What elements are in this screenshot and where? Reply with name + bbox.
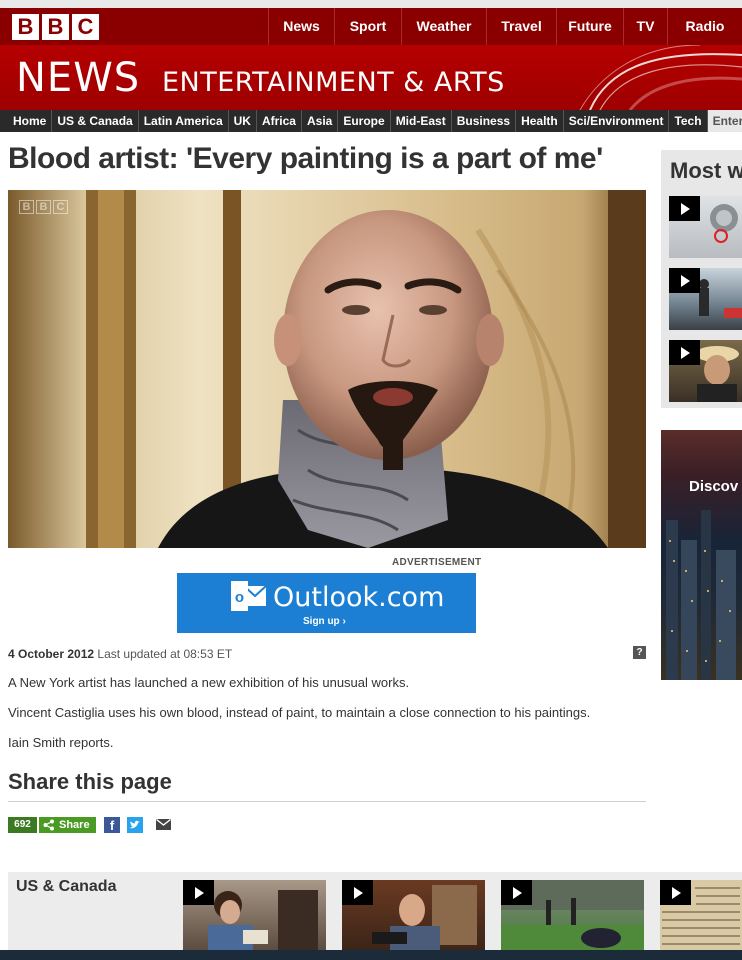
bbc-masthead: B B C News Sport Weather Travel Future T… <box>0 8 742 45</box>
secnav-tech[interactable]: Tech <box>669 110 708 132</box>
share-count-badge: 692 <box>8 817 37 833</box>
article-title: Blood artist: 'Every painting is a part … <box>8 142 603 175</box>
article-date: 4 October 2012 <box>8 647 95 661</box>
share-icon <box>43 819 54 831</box>
secnav-asia[interactable]: Asia <box>302 110 339 132</box>
most-watched-thumbnail[interactable] <box>669 268 742 330</box>
secnav-home[interactable]: Home <box>8 110 53 132</box>
play-icon[interactable] <box>183 880 214 905</box>
promo-title: Discov <box>689 478 739 495</box>
most-watched-panel: Most w <box>661 150 742 408</box>
sidebar-promo[interactable]: Discov <box>661 430 742 680</box>
secnav-health[interactable]: Health <box>516 110 564 132</box>
topnav-weather[interactable]: Weather <box>401 8 486 45</box>
bbc-logo-letter: C <box>72 14 99 40</box>
article-video-player[interactable]: B B C <box>8 190 646 548</box>
most-watched-title: Most w <box>670 158 742 183</box>
most-watched-thumbnail[interactable] <box>669 340 742 402</box>
section-title[interactable]: ENTERTAINMENT & ARTS <box>162 67 505 98</box>
email-icon[interactable] <box>156 819 171 830</box>
secnav-us-canada[interactable]: US & Canada <box>52 110 139 132</box>
play-icon[interactable] <box>660 880 691 905</box>
us-canada-strip: US & Canada <box>8 872 742 952</box>
topnav-radio[interactable]: Radio <box>667 8 742 45</box>
us-canada-thumbnail[interactable] <box>342 880 485 952</box>
play-icon[interactable] <box>501 880 532 905</box>
share-button[interactable]: Share <box>39 817 96 833</box>
topnav-tv[interactable]: TV <box>623 8 667 45</box>
video-still-frame <box>8 190 646 548</box>
secnav-business[interactable]: Business <box>452 110 517 132</box>
promo-city-image <box>666 510 736 680</box>
most-watched-thumbnail[interactable] <box>669 196 742 258</box>
video-logo-letter: C <box>53 200 68 214</box>
topnav-travel[interactable]: Travel <box>486 8 556 45</box>
play-icon[interactable] <box>669 268 700 293</box>
topnav-news[interactable]: News <box>268 8 334 45</box>
top-navigation: News Sport Weather Travel Future TV Radi… <box>268 8 742 45</box>
us-canada-heading[interactable]: US & Canada <box>16 878 116 896</box>
play-icon[interactable] <box>669 196 700 221</box>
video-logo-letter: B <box>19 200 34 214</box>
secnav-europe[interactable]: Europe <box>338 110 391 132</box>
help-icon[interactable]: ? <box>633 646 646 659</box>
video-logo-letter: B <box>36 200 51 214</box>
facebook-icon[interactable]: f <box>104 817 120 833</box>
play-icon[interactable] <box>669 340 700 365</box>
outlook-envelope-icon: o <box>231 581 266 611</box>
us-canada-thumbnail[interactable] <box>660 880 742 952</box>
advertisement-label: ADVERTISEMENT <box>392 557 482 568</box>
bbc-logo[interactable]: B B C <box>12 14 99 40</box>
article-dateline: 4 October 2012 Last updated at 08:53 ET <box>8 647 232 661</box>
secnav-latin-america[interactable]: Latin America <box>139 110 229 132</box>
share-button-label: Share <box>59 819 90 831</box>
secnav-africa[interactable]: Africa <box>257 110 302 132</box>
topnav-sport[interactable]: Sport <box>334 8 401 45</box>
share-divider <box>8 801 646 802</box>
browser-top-strip <box>0 0 742 8</box>
bbc-logo-letter: B <box>12 14 39 40</box>
us-canada-thumbnail[interactable] <box>183 880 326 952</box>
outlook-icon-letter: o <box>235 589 244 606</box>
secnav-mid-east[interactable]: Mid-East <box>391 110 452 132</box>
topnav-future[interactable]: Future <box>556 8 623 45</box>
advert-brand: Outlook.com <box>273 582 445 613</box>
article-updated: Last updated at 08:53 ET <box>97 647 233 661</box>
banner-swoosh-graphic <box>579 45 742 110</box>
os-taskbar <box>0 950 742 960</box>
outlook-advert[interactable]: o Outlook.com Sign up › <box>177 573 476 633</box>
bbc-logo-letter: B <box>42 14 69 40</box>
secnav-entertainment[interactable]: Enter <box>707 110 742 132</box>
advert-signup-link[interactable]: Sign up › <box>303 616 346 627</box>
article-paragraph: Vincent Castiglia uses his own blood, in… <box>8 705 591 720</box>
video-bbc-watermark: B B C <box>19 200 68 214</box>
news-brand[interactable]: NEWS <box>16 55 140 101</box>
secnav-uk[interactable]: UK <box>229 110 257 132</box>
section-navigation: Home US & Canada Latin America UK Africa… <box>0 110 742 132</box>
share-heading: Share this page <box>8 769 172 794</box>
article-paragraph: A New York artist has launched a new exh… <box>8 675 410 690</box>
news-section-banner: NEWS ENTERTAINMENT & ARTS <box>0 45 742 110</box>
secnav-sci-environment[interactable]: Sci/Environment <box>564 110 670 132</box>
us-canada-thumbnail[interactable] <box>501 880 644 952</box>
twitter-icon[interactable] <box>127 817 143 833</box>
article-paragraph: Iain Smith reports. <box>8 735 114 750</box>
play-icon[interactable] <box>342 880 373 905</box>
